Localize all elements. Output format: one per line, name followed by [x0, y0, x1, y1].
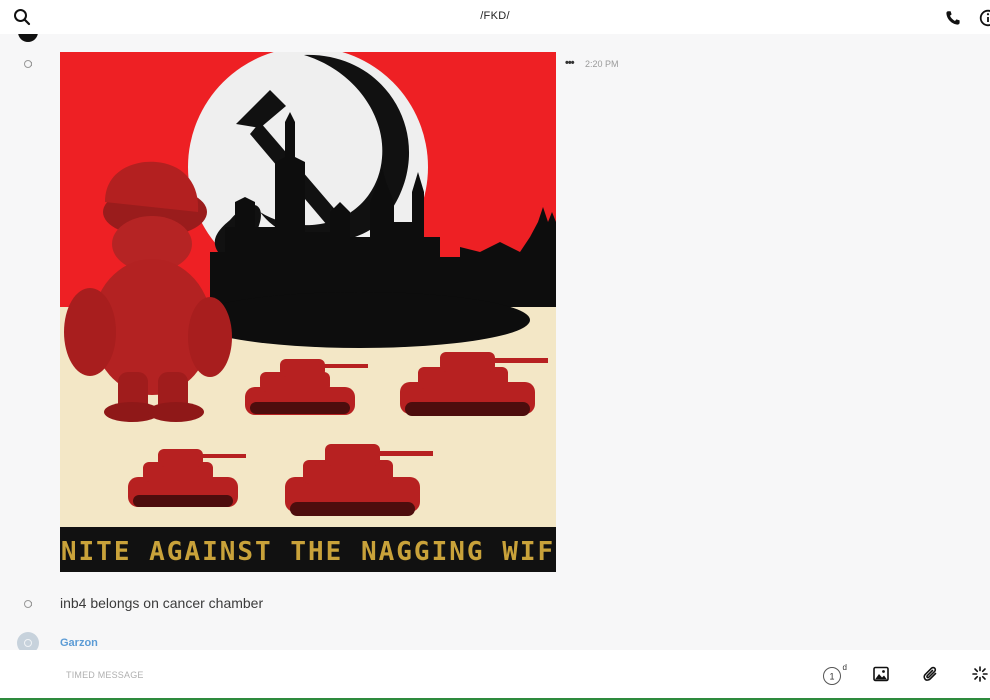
info-icon[interactable] — [978, 8, 990, 28]
timer-value: 1 — [829, 672, 834, 682]
sparkle-icon[interactable] — [971, 665, 989, 683]
message-tools: ••• 2:20 PM — [565, 58, 635, 72]
attachment-icon[interactable] — [922, 665, 940, 683]
read-receipt-icon — [24, 600, 32, 608]
sender-name[interactable]: Garzon — [60, 637, 98, 649]
more-options-icon[interactable]: ••• — [565, 58, 575, 69]
image-icon[interactable] — [872, 665, 890, 683]
timer-unit: d — [843, 664, 847, 672]
conversation-header: /FKD/ — [0, 0, 990, 34]
read-receipt-icon — [24, 60, 32, 68]
phone-icon[interactable] — [943, 8, 963, 28]
poster-caption: UNITE AGAINST THE NAGGING WIFE — [60, 537, 556, 567]
message-text: inb4 belongs on cancer chamber — [60, 595, 264, 611]
timer-icon[interactable]: 1 d — [822, 664, 848, 686]
message-input[interactable] — [66, 668, 366, 682]
conversation-title: /FKD/ — [480, 10, 510, 22]
message-composer: 1 d — [0, 650, 990, 698]
message-timestamp: 2:20 PM — [585, 59, 619, 69]
message-image[interactable]: UNITE AGAINST THE NAGGING WIFE — [60, 52, 556, 572]
